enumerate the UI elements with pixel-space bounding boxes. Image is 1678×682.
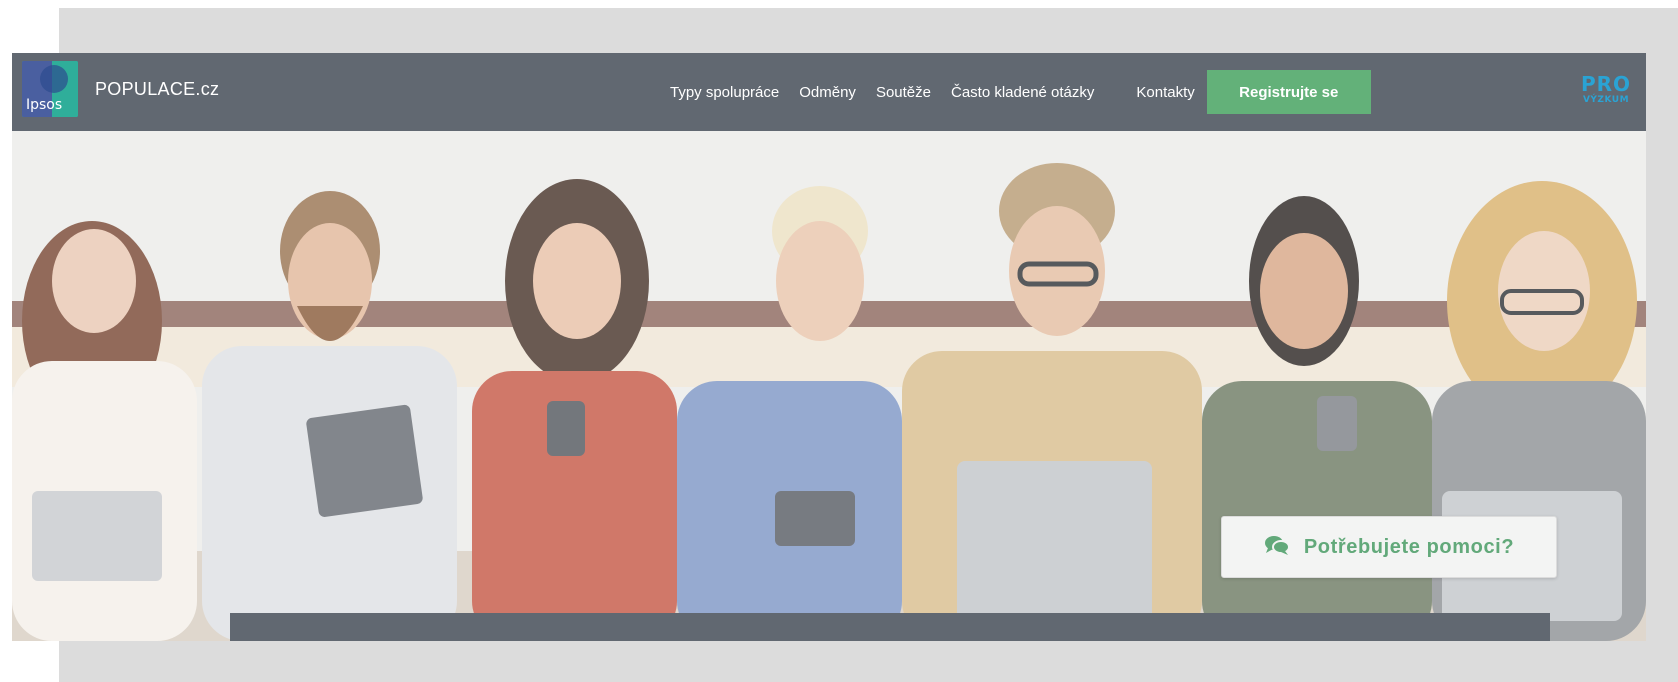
help-label: Potřebujete pomoci? [1303,535,1515,558]
register-button[interactable]: Registrujte se [1206,70,1371,114]
brand-name[interactable]: POPULACE.cz [95,79,219,100]
ipsos-logo[interactable]: Ipsos [22,61,78,117]
main-nav: Typy spolupráce Odměny Soutěže Často kla… [660,53,1371,131]
nav-link-souteze[interactable]: Soutěže [866,84,941,101]
nav-link-kontakty[interactable]: Kontakty [1126,84,1204,101]
nav-link-odmeny[interactable]: Odměny [789,84,866,101]
top-navbar: Ipsos POPULACE.cz Typy spolupráce Odměny… [12,53,1646,131]
nav-link-typy-spoluprace[interactable]: Typy spolupráce [660,84,789,101]
logo-text: Ipsos [26,97,63,113]
help-button[interactable]: Potřebujete pomoci? [1221,516,1557,578]
pro-logo-bottom: VÝZKUM [1582,95,1630,105]
pro-logo-top: PRO [1580,72,1632,96]
pro-vyzkum-logo[interactable]: PRO VÝZKUM [1578,73,1634,111]
chat-bubbles-icon [1264,534,1290,561]
hero-bottom-bar [230,613,1550,641]
nav-link-faq[interactable]: Často kladené otázky [941,84,1104,101]
